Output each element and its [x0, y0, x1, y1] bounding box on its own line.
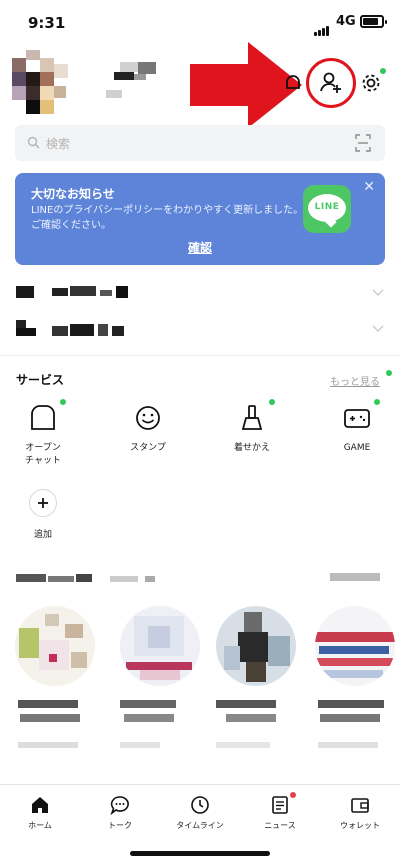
tab-talk[interactable]: トーク	[80, 795, 160, 831]
open-chat-badge	[60, 399, 66, 405]
service-label: 着せかえ	[233, 443, 270, 453]
service-add[interactable]: 追加	[3, 489, 83, 542]
game-controller-icon	[342, 399, 380, 433]
tab-home[interactable]: ホーム	[0, 795, 80, 831]
chat-bubble-icon	[110, 795, 130, 816]
chevron-down-icon	[372, 289, 384, 296]
status-time: 9:31	[28, 14, 66, 32]
line-logo: LINE	[303, 185, 351, 233]
feed-item-image[interactable]	[15, 606, 95, 686]
add-service-icon	[29, 489, 57, 517]
tab-label: ウォレット	[340, 821, 380, 830]
banner-title: 大切なお知らせ	[31, 187, 115, 201]
section-divider	[0, 355, 400, 356]
search-bar[interactable]: 検索	[15, 125, 385, 161]
line-logo-text: LINE	[314, 202, 340, 212]
network-type: 4G	[336, 14, 356, 29]
profile-avatar[interactable]	[8, 50, 72, 116]
friends-row[interactable]	[0, 316, 400, 346]
favorites-row[interactable]	[0, 280, 400, 310]
search-placeholder: 検索	[46, 137, 71, 151]
service-add-label: 追加	[33, 530, 52, 540]
tab-news[interactable]: ニュース	[240, 792, 320, 831]
service-label: スタンプ	[130, 443, 166, 453]
news-icon	[270, 792, 296, 815]
tab-label: トーク	[108, 821, 132, 830]
services-title: サービス	[16, 373, 65, 387]
banner-description: LINEのプライバシーポリシーをわかりやすく更新しました。ご確認ください。	[31, 205, 304, 231]
settings-gear-icon[interactable]	[358, 68, 386, 96]
profile-name-redacted[interactable]	[104, 62, 164, 102]
theme-badge	[269, 399, 275, 405]
tab-label: ニュース	[264, 821, 296, 830]
tab-wallet[interactable]: ウォレット	[320, 795, 400, 831]
open-chat-icon	[28, 399, 66, 433]
tab-label: ホーム	[28, 821, 52, 830]
banner-confirm-link[interactable]: 確認	[188, 239, 212, 256]
tab-timeline[interactable]: タイムライン	[160, 795, 240, 831]
service-theme[interactable]: 着せかえ	[212, 399, 292, 455]
feed-item-image[interactable]	[120, 606, 200, 686]
notice-banner[interactable]: 大切なお知らせ LINEのプライバシーポリシーをわかりやすく更新しました。ご確認…	[15, 173, 385, 265]
service-label: オープン チャット	[25, 443, 61, 466]
wallet-icon	[350, 795, 370, 815]
banner-close-icon[interactable]: ✕	[363, 179, 375, 195]
settings-badge	[380, 68, 386, 74]
search-icon	[27, 136, 40, 149]
services-more-badge	[386, 370, 392, 376]
service-game[interactable]: GAME	[317, 399, 397, 455]
service-sticker[interactable]: スタンプ	[108, 403, 188, 455]
game-badge	[374, 399, 380, 405]
tab-label: タイムライン	[176, 821, 224, 830]
signal-icon	[314, 17, 330, 36]
qr-scan-icon[interactable]	[355, 134, 371, 152]
feed-item-image[interactable]	[216, 606, 296, 686]
home-icon	[30, 795, 50, 815]
service-label: GAME	[343, 443, 371, 453]
news-badge	[290, 792, 296, 798]
clock-icon	[190, 795, 210, 815]
status-bar: 9:31 4G	[0, 0, 400, 44]
services-more-link[interactable]: もっと見る	[330, 373, 380, 388]
home-indicator	[130, 851, 270, 856]
feed-item-image[interactable]	[315, 606, 395, 686]
battery-icon	[360, 15, 387, 28]
add-friend-icon[interactable]	[318, 70, 344, 96]
service-open-chat[interactable]: オープン チャット	[3, 399, 83, 468]
notification-bell-icon[interactable]	[280, 70, 306, 96]
theme-brush-icon	[237, 399, 275, 433]
chevron-down-icon	[372, 325, 384, 332]
sticker-smile-icon	[133, 403, 163, 433]
